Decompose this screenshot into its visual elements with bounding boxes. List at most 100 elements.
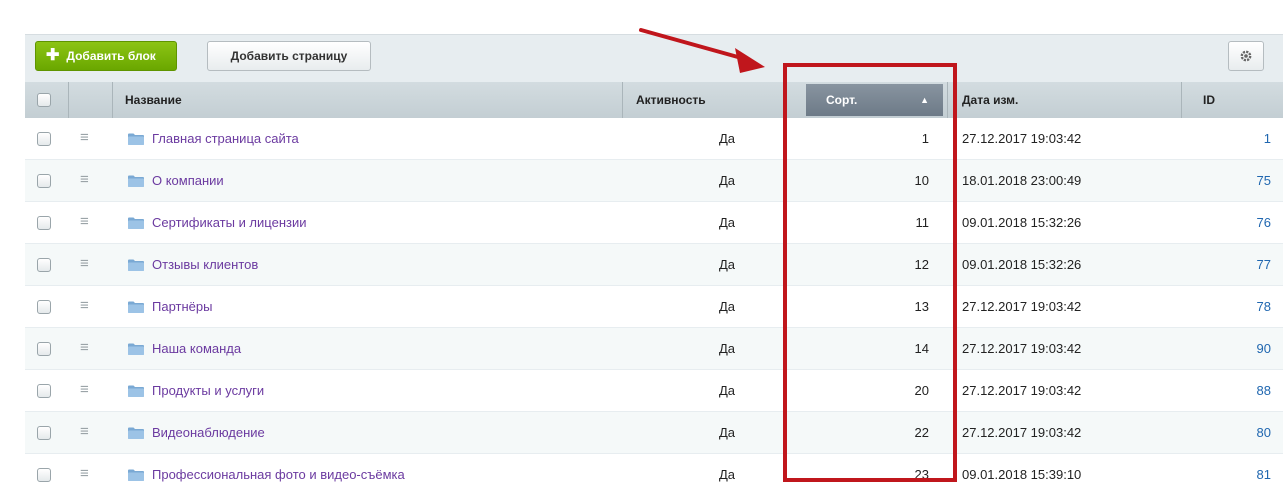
column-divider xyxy=(1181,82,1182,118)
row-active-value: Да xyxy=(718,257,735,272)
row-date-value: 18.01.2018 23:00:49 xyxy=(962,173,1082,188)
folder-icon xyxy=(128,175,144,187)
table-row[interactable]: ≡ Наша команда Да 14 27.12.2017 19:03:42 90 xyxy=(25,328,1283,370)
row-active-value: Да xyxy=(718,467,735,482)
column-header-id[interactable]: ID xyxy=(1203,82,1215,118)
row-sort-value: 22 xyxy=(914,425,929,440)
row-active-value: Да xyxy=(718,215,735,230)
row-id-link[interactable]: 80 xyxy=(1225,412,1271,454)
row-checkbox[interactable] xyxy=(37,216,51,230)
table-row[interactable]: ≡ Продукты и услуги Да 20 27.12.2017 19:03:4… xyxy=(25,370,1283,412)
row-name-link[interactable]: Профессиональная фото и видео-съёмка xyxy=(152,454,405,483)
row-name-link[interactable]: Отзывы клиентов xyxy=(152,244,258,286)
row-id-link[interactable]: 90 xyxy=(1225,328,1271,370)
row-active-value: Да xyxy=(718,383,735,398)
row-date-value: 09.01.2018 15:39:10 xyxy=(962,467,1082,482)
row-active-value: Да xyxy=(718,173,735,188)
folder-icon xyxy=(128,469,144,481)
row-date-value: 09.01.2018 15:32:26 xyxy=(962,215,1082,230)
row-name-link[interactable]: Главная страница сайта xyxy=(152,118,299,160)
row-date-value: 27.12.2017 19:03:42 xyxy=(962,383,1082,398)
row-sort-value: 23 xyxy=(914,467,929,482)
menu-icon[interactable]: ≡ xyxy=(80,256,89,272)
row-checkbox[interactable] xyxy=(37,258,51,272)
row-checkbox[interactable] xyxy=(37,426,51,440)
row-name-link[interactable]: О компании xyxy=(152,160,224,202)
menu-icon[interactable]: ≡ xyxy=(80,424,89,440)
column-divider xyxy=(68,82,69,118)
data-table: Название Активность Сорт. ▲ Дата изм. ID… xyxy=(25,82,1283,483)
table-row[interactable]: ≡ Отзывы клиентов Да 12 09.01.2018 15:32:26 7… xyxy=(25,244,1283,286)
row-date-value: 27.12.2017 19:03:42 xyxy=(962,299,1082,314)
row-checkbox[interactable] xyxy=(37,342,51,356)
add-page-button[interactable]: Добавить страницу xyxy=(207,41,371,71)
column-header-sort-label: Сорт. xyxy=(826,93,858,107)
row-sort-value: 20 xyxy=(914,383,929,398)
folder-icon xyxy=(128,259,144,271)
row-date-value: 27.12.2017 19:03:42 xyxy=(962,131,1082,146)
row-name-link[interactable]: Сертификаты и лицензии xyxy=(152,202,306,244)
table-header: Название Активность Сорт. ▲ Дата изм. ID xyxy=(25,82,1283,118)
column-header-sort[interactable]: Сорт. ▲ xyxy=(806,84,943,116)
folder-icon xyxy=(128,427,144,439)
column-header-date[interactable]: Дата изм. xyxy=(962,82,1018,118)
row-checkbox[interactable] xyxy=(37,300,51,314)
row-checkbox[interactable] xyxy=(37,174,51,188)
row-sort-value: 10 xyxy=(914,173,929,188)
table-row[interactable]: ≡ Профессиональная фото и видео-съёмка Да 2… xyxy=(25,454,1283,483)
menu-icon[interactable]: ≡ xyxy=(80,382,89,398)
row-id-link[interactable]: 1 xyxy=(1225,118,1271,160)
row-sort-value: 12 xyxy=(914,257,929,272)
row-id-link[interactable]: 77 xyxy=(1225,244,1271,286)
table-row[interactable]: ≡ О компании Да 10 18.01.2018 23:00:49 75 xyxy=(25,160,1283,202)
select-all-checkbox[interactable] xyxy=(37,93,51,107)
folder-icon xyxy=(128,385,144,397)
column-divider xyxy=(622,82,623,118)
gear-icon xyxy=(1240,50,1252,62)
menu-icon[interactable]: ≡ xyxy=(80,214,89,230)
sort-ascending-icon: ▲ xyxy=(920,95,929,105)
toolbar: ✚ Добавить блок Добавить страницу xyxy=(25,35,1283,82)
row-checkbox[interactable] xyxy=(37,132,51,146)
row-active-value: Да xyxy=(718,131,735,146)
menu-icon[interactable]: ≡ xyxy=(80,340,89,356)
folder-icon xyxy=(128,133,144,145)
table-row[interactable]: ≡ Видеонаблюдение Да 22 27.12.2017 19:03:42 8… xyxy=(25,412,1283,454)
row-name-link[interactable]: Наша команда xyxy=(152,328,241,370)
table-row[interactable]: ≡ Главная страница сайта Да 1 27.12.2017 19:… xyxy=(25,118,1283,160)
column-header-active[interactable]: Активность xyxy=(636,82,706,118)
menu-icon[interactable]: ≡ xyxy=(80,466,89,482)
row-active-value: Да xyxy=(718,425,735,440)
add-block-button[interactable]: ✚ Добавить блок xyxy=(35,41,177,71)
list-panel: ✚ Добавить блок Добавить страницу Назван… xyxy=(25,34,1283,483)
table-row[interactable]: ≡ Сертификаты и лицензии Да 11 09.01.2018 15… xyxy=(25,202,1283,244)
row-id-link[interactable]: 88 xyxy=(1225,370,1271,412)
row-date-value: 27.12.2017 19:03:42 xyxy=(962,341,1082,356)
row-sort-value: 1 xyxy=(921,131,929,146)
column-header-name[interactable]: Название xyxy=(125,82,182,118)
row-sort-value: 14 xyxy=(914,341,929,356)
folder-icon xyxy=(128,301,144,313)
row-name-link[interactable]: Видеонаблюдение xyxy=(152,412,265,454)
row-checkbox[interactable] xyxy=(37,468,51,482)
settings-button[interactable] xyxy=(1228,41,1264,71)
row-id-link[interactable]: 78 xyxy=(1225,286,1271,328)
folder-icon xyxy=(128,343,144,355)
plus-icon: ✚ xyxy=(46,47,60,64)
menu-icon[interactable]: ≡ xyxy=(80,130,89,146)
row-date-value: 27.12.2017 19:03:42 xyxy=(962,425,1082,440)
add-block-label: Добавить блок xyxy=(66,49,156,63)
row-checkbox[interactable] xyxy=(37,384,51,398)
column-divider xyxy=(947,82,948,118)
row-sort-value: 13 xyxy=(914,299,929,314)
row-active-value: Да xyxy=(718,299,735,314)
menu-icon[interactable]: ≡ xyxy=(80,298,89,314)
row-name-link[interactable]: Партнёры xyxy=(152,286,212,328)
row-id-link[interactable]: 75 xyxy=(1225,160,1271,202)
menu-icon[interactable]: ≡ xyxy=(80,172,89,188)
table-row[interactable]: ≡ Партнёры Да 13 27.12.2017 19:03:42 78 xyxy=(25,286,1283,328)
row-sort-value: 11 xyxy=(915,215,930,230)
row-id-link[interactable]: 76 xyxy=(1225,202,1271,244)
row-id-link[interactable]: 81 xyxy=(1225,454,1271,483)
row-name-link[interactable]: Продукты и услуги xyxy=(152,370,264,412)
